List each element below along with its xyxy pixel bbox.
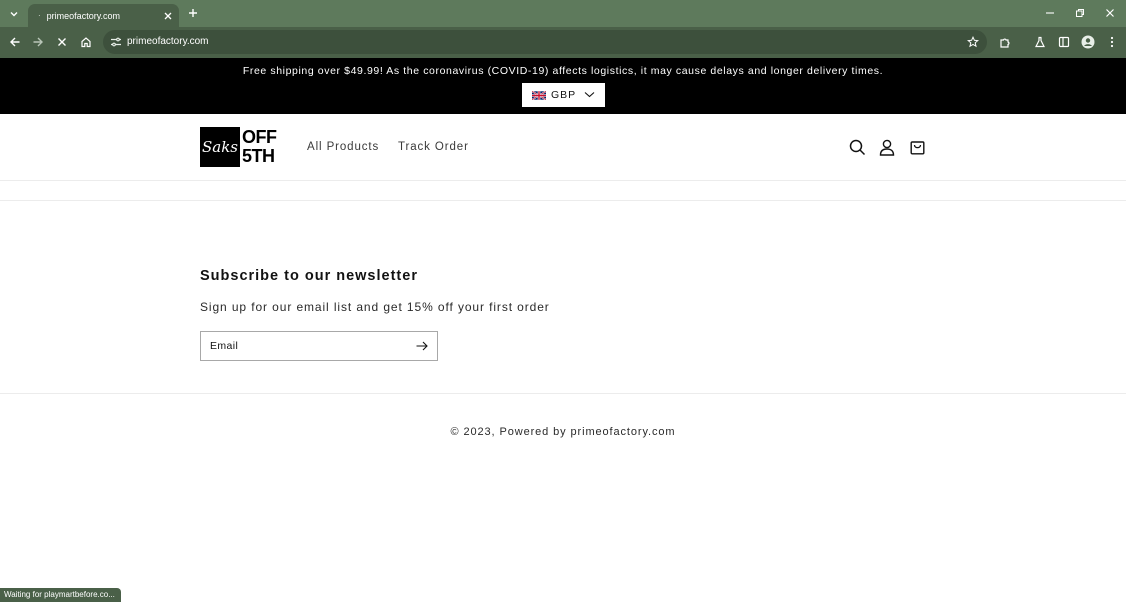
home-button[interactable] xyxy=(77,33,95,51)
currency-selector[interactable]: GBP xyxy=(522,83,605,107)
new-tab-button[interactable] xyxy=(185,5,201,21)
account-button[interactable] xyxy=(878,138,896,156)
logo-off-text: OFF xyxy=(242,127,277,147)
bookmark-star-icon[interactable] xyxy=(965,34,981,50)
newsletter-form xyxy=(200,331,438,361)
browser-status-bubble: Waiting for playmartbefore.co... xyxy=(0,588,121,602)
announcement-bar: Free shipping over $49.99! As the corona… xyxy=(0,58,1126,114)
email-input[interactable] xyxy=(210,338,400,354)
browser-tab-bar: · primeofactory.com xyxy=(0,0,1126,27)
tab-title: primeofactory.com xyxy=(46,10,121,21)
currency-code: GBP xyxy=(551,89,577,101)
powered-by-link[interactable]: Powered by primeofactory.com xyxy=(499,426,675,438)
menu-button[interactable] xyxy=(1103,33,1121,51)
browser-toolbar: primeofactory.com xyxy=(0,27,1126,58)
close-icon xyxy=(164,12,172,19)
logo-saks-mark: Saks xyxy=(200,127,240,167)
user-icon xyxy=(879,139,895,156)
address-url: primeofactory.com xyxy=(127,36,209,47)
address-bar[interactable]: primeofactory.com xyxy=(103,30,987,54)
stop-loading-button[interactable] xyxy=(53,33,71,51)
subscribe-button[interactable] xyxy=(415,339,429,353)
newsletter-subheading: Sign up for our email list and get 15% o… xyxy=(200,300,550,314)
shopping-bag-icon xyxy=(910,141,925,155)
logo-wordmark: OFF 5TH xyxy=(242,127,277,167)
avatar-icon xyxy=(1081,35,1095,49)
chevron-down-icon xyxy=(584,92,595,98)
side-panel-button[interactable] xyxy=(1055,33,1073,51)
home-icon xyxy=(81,37,91,48)
restore-icon xyxy=(1076,9,1084,17)
search-icon xyxy=(849,139,865,155)
profile-button[interactable] xyxy=(1079,33,1097,51)
restore-button[interactable] xyxy=(1070,4,1090,22)
search-button[interactable] xyxy=(848,138,866,156)
arrow-left-icon xyxy=(10,37,20,47)
nav-all-products[interactable]: All Products xyxy=(307,141,379,153)
extensions-button[interactable] xyxy=(996,33,1014,51)
copyright: © 2023, Powered by primeofactory.com xyxy=(0,426,1126,438)
kebab-menu-icon xyxy=(1110,36,1114,48)
close-icon xyxy=(1106,9,1114,17)
arrow-right-icon xyxy=(416,341,428,351)
announcement-text: Free shipping over $49.99! As the corona… xyxy=(242,65,884,77)
site-logo[interactable]: Saks OFF 5TH xyxy=(200,127,282,167)
tab-search-button[interactable] xyxy=(5,5,23,23)
section-divider xyxy=(0,200,1126,201)
browser-tab[interactable]: · primeofactory.com xyxy=(28,4,179,27)
nav-track-order[interactable]: Track Order xyxy=(398,141,469,153)
forward-button[interactable] xyxy=(29,33,47,51)
close-icon xyxy=(58,38,66,46)
arrow-right-icon xyxy=(33,37,43,47)
minimize-icon xyxy=(1046,12,1054,14)
side-panel-icon xyxy=(1058,36,1070,48)
uk-flag-icon xyxy=(532,90,546,100)
newsletter-heading: Subscribe to our newsletter xyxy=(200,268,418,284)
logo-5th-text: 5TH xyxy=(242,146,275,166)
site-header: Saks OFF 5TH All Products Track Order xyxy=(0,114,1126,181)
lab-button[interactable] xyxy=(1031,33,1049,51)
footer-divider xyxy=(0,393,1126,394)
flask-icon xyxy=(1035,36,1045,48)
copyright-year: © 2023, xyxy=(450,426,496,438)
loading-icon: · xyxy=(38,11,41,20)
close-window-button[interactable] xyxy=(1100,4,1120,22)
puzzle-icon xyxy=(999,37,1010,48)
tab-close-button[interactable] xyxy=(160,8,176,24)
cart-button[interactable] xyxy=(908,138,926,156)
minimize-button[interactable] xyxy=(1040,4,1060,22)
chevron-down-icon xyxy=(10,12,18,17)
site-settings-icon[interactable] xyxy=(108,34,124,50)
plus-icon xyxy=(189,9,197,17)
back-button[interactable] xyxy=(6,33,24,51)
